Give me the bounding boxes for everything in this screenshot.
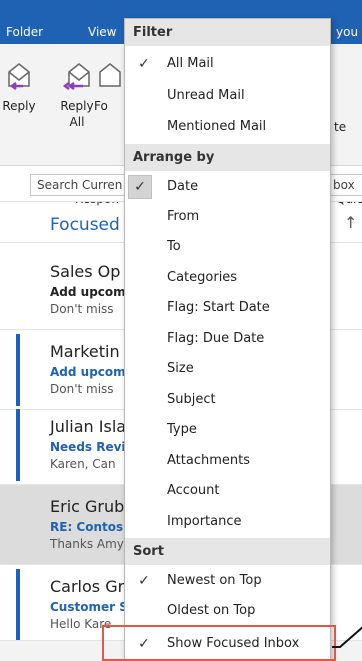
reply-label: Reply (2, 99, 36, 113)
forward-button[interactable]: Fo (94, 54, 124, 114)
checkmark-icon: ✓ (138, 56, 150, 72)
menu-item-flag-start-date[interactable]: Flag: Start Date (125, 293, 330, 323)
forward-label: Fo (94, 99, 108, 113)
mail-sender: Carlos Gr (50, 577, 125, 596)
menu-item-unread-mail[interactable]: Unread Mail (125, 81, 330, 111)
menu-item-flag-due-date[interactable]: Flag: Due Date (125, 324, 330, 354)
mail-sender: Marketin (50, 342, 120, 361)
menu-item-label: Categories (167, 270, 238, 285)
mail-sender: Sales Op (50, 262, 121, 281)
ribbon-right-te: te (334, 120, 347, 134)
menu-item-label: Importance (167, 514, 242, 529)
menu-item-subject[interactable]: Subject (125, 385, 330, 415)
checkmark-icon: ✓ (138, 573, 150, 589)
mail-subject: Customer S (50, 600, 128, 614)
reply-icon (8, 63, 30, 90)
search-scope-dropdown[interactable]: box (328, 174, 362, 196)
menu-item-label: Type (167, 422, 197, 437)
menu-item-label: Flag: Due Date (167, 331, 265, 346)
menu-item-label: Date (167, 179, 199, 194)
mail-subject: Add upcom (50, 285, 126, 299)
menu-item-label: Unread Mail (167, 88, 245, 103)
menu-item-label: Attachments (167, 453, 250, 468)
mail-preview: Don't miss (50, 302, 114, 316)
menu-item-label: Flag: Start Date (167, 300, 270, 315)
menu-item-label: Account (167, 483, 220, 498)
reply-button[interactable]: Reply (0, 54, 44, 114)
menu-item-newest-on-top[interactable]: ✓ Newest on Top (125, 566, 330, 596)
menu-item-type[interactable]: Type (125, 415, 330, 445)
tab-view[interactable]: View (88, 25, 116, 39)
menu-item-label: All Mail (167, 56, 214, 71)
highlight-box (102, 625, 336, 661)
arrange-by-section-header: Arrange by (125, 144, 330, 171)
mail-preview: Karen, Can (50, 457, 116, 471)
reply-all-icon (62, 63, 90, 90)
sort-direction-arrow-icon[interactable]: ↑ (344, 213, 357, 232)
mail-sender: Julian Isla (50, 417, 127, 436)
mail-subject: Needs Revi (50, 440, 126, 454)
menu-item-oldest-on-top[interactable]: Oldest on Top (125, 596, 330, 626)
menu-item-label: To (167, 239, 181, 254)
filter-dropdown-menu: Filter ✓ All Mail Unread Mail Mentioned … (124, 18, 331, 661)
menu-item-mentioned-mail[interactable]: Mentioned Mail (125, 112, 330, 142)
mail-preview: Don't miss (50, 382, 114, 396)
menu-item-label: Subject (167, 392, 216, 407)
menu-item-label: Mentioned Mail (167, 119, 267, 134)
tab-tell-me[interactable]: you (336, 25, 358, 39)
sort-section-header: Sort (125, 538, 330, 565)
menu-item-label: Oldest on Top (167, 603, 256, 618)
tab-folder[interactable]: Folder (6, 25, 43, 39)
menu-item-all-mail[interactable]: ✓ All Mail (125, 49, 330, 79)
menu-item-label: Newest on Top (167, 573, 262, 588)
menu-item-importance[interactable]: Importance (125, 507, 330, 537)
callout-pointer-icon (332, 626, 362, 648)
menu-item-from[interactable]: From (125, 202, 330, 232)
menu-item-label: From (167, 209, 200, 224)
mail-sender: Eric Grub (50, 497, 125, 516)
mail-subject: Add upcom (50, 365, 126, 379)
menu-item-to[interactable]: To (125, 232, 330, 262)
menu-item-account[interactable]: Account (125, 476, 330, 506)
mail-preview: Thanks Amy (50, 537, 124, 551)
menu-item-categories[interactable]: Categories (125, 263, 330, 293)
filter-section-header: Filter (125, 19, 330, 46)
menu-item-date[interactable]: ✓ Date (125, 172, 330, 202)
mail-subject: RE: Contos (50, 520, 124, 534)
tab-focused[interactable]: Focused (50, 215, 120, 235)
checked-box-icon: ✓ (128, 175, 152, 199)
menu-item-size[interactable]: Size (125, 354, 330, 384)
menu-item-label: Size (167, 361, 194, 376)
menu-item-attachments[interactable]: Attachments (125, 446, 330, 476)
